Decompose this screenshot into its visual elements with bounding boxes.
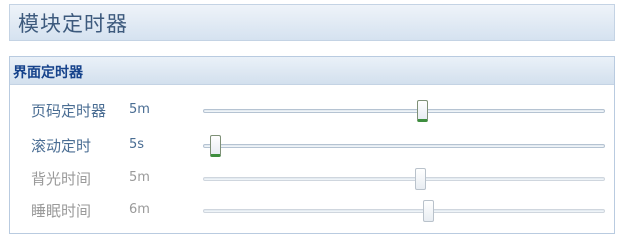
slider-row-page-timer: 页码定时器 5m [10, 99, 614, 123]
scroll-timer-label: 滚动定时 [31, 137, 92, 155]
slider-row-sleep-time: 睡眠时间 6m [10, 199, 614, 223]
backlight-time-slider-thumb [415, 168, 427, 190]
page-timer-value: 5m [129, 102, 150, 117]
backlight-time-label: 背光时间 [31, 170, 92, 188]
group-title: 界面定时器 [13, 65, 83, 81]
sleep-time-value: 6m [129, 202, 150, 217]
window-title-bar: 模块定时器 [9, 4, 615, 41]
backlight-time-value: 5m [129, 170, 150, 185]
page-timer-slider-track[interactable] [203, 109, 605, 113]
backlight-time-slider-track [203, 177, 605, 181]
slider-row-backlight-time: 背光时间 5m [10, 167, 614, 191]
sleep-time-slider-thumb [423, 200, 435, 222]
scroll-timer-value: 5s [129, 137, 145, 152]
page-timer-slider-thumb[interactable] [417, 100, 429, 122]
sleep-time-slider-track [203, 209, 605, 213]
scroll-timer-slider-thumb[interactable] [210, 135, 222, 157]
scroll-timer-slider-track[interactable] [203, 144, 605, 148]
window-title: 模块定时器 [18, 12, 128, 36]
group-header: 界面定时器 [10, 57, 614, 85]
sleep-time-label: 睡眠时间 [31, 202, 92, 220]
slider-row-scroll-timer: 滚动定时 5s [10, 134, 614, 158]
page-timer-label: 页码定时器 [31, 102, 107, 120]
timer-group-panel: 界面定时器 页码定时器 5m 滚动定时 5s 背光时间 5m 睡眠时间 6m [9, 56, 615, 234]
